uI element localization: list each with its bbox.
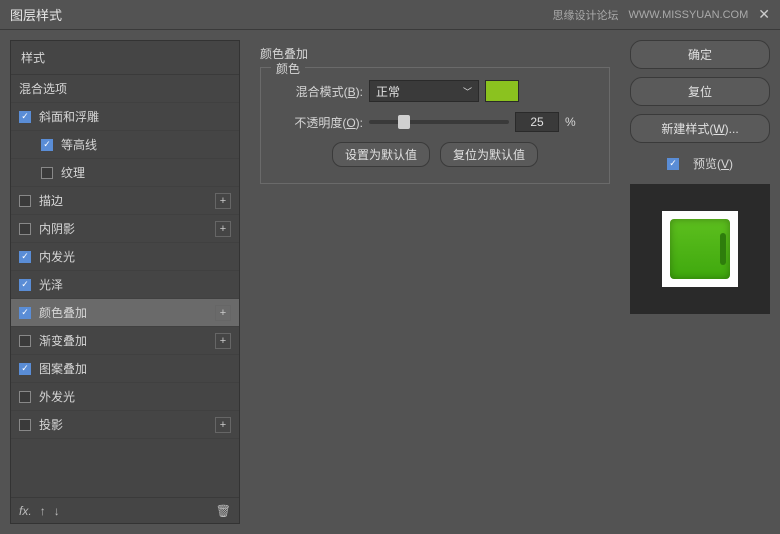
blend-mode-select[interactable]: 正常 ﹀ (369, 80, 479, 102)
style-item[interactable]: 颜色叠加+ (11, 299, 239, 327)
style-checkbox[interactable] (19, 251, 31, 263)
style-checkbox[interactable] (41, 167, 53, 179)
close-icon[interactable]: ✕ (758, 6, 770, 23)
styles-footer: fx. ↑ ↓ 🗑 (11, 497, 239, 523)
style-item-label: 斜面和浮雕 (39, 108, 231, 125)
style-item[interactable]: 内发光 (11, 243, 239, 271)
action-panel: 确定 复位 新建样式(W)... 预览(V) (630, 40, 770, 524)
style-item-label: 外发光 (39, 388, 231, 405)
brand-url: WWW.MISSYUAN.COM (628, 9, 748, 21)
style-item[interactable]: 外发光 (11, 383, 239, 411)
fx-icon[interactable]: fx. (19, 504, 32, 518)
percent-label: % (565, 115, 576, 129)
style-item-label: 等高线 (61, 136, 231, 153)
group-legend: 颜色 (271, 60, 305, 77)
opacity-label: 不透明度(O): (275, 114, 363, 131)
plus-icon[interactable]: + (215, 333, 231, 349)
set-default-button[interactable]: 设置为默认值 (332, 142, 430, 167)
style-checkbox[interactable] (19, 307, 31, 319)
style-checkbox[interactable] (19, 279, 31, 291)
blend-mode-label: 混合模式(B): (275, 83, 363, 100)
section-title: 颜色叠加 (260, 45, 610, 62)
arrow-up-icon[interactable]: ↑ (40, 504, 46, 518)
style-checkbox[interactable] (19, 419, 31, 431)
blend-mode-value: 正常 (376, 83, 400, 100)
style-checkbox[interactable] (19, 363, 31, 375)
style-item-label: 渐变叠加 (39, 332, 215, 349)
settings-panel: 颜色叠加 颜色 混合模式(B): 正常 ﹀ 不透明度(O): (250, 40, 620, 524)
slider-thumb[interactable] (398, 115, 410, 129)
style-item-label: 纹理 (61, 164, 231, 181)
color-swatch[interactable] (485, 80, 519, 102)
chevron-down-icon: ﹀ (463, 85, 472, 98)
style-item[interactable]: 光泽 (11, 271, 239, 299)
ok-button[interactable]: 确定 (630, 40, 770, 69)
opacity-row: 不透明度(O): % (275, 112, 595, 132)
plus-icon[interactable]: + (215, 417, 231, 433)
preview-label: 预览(V) (693, 155, 733, 172)
plus-icon[interactable]: + (215, 305, 231, 321)
styles-list: 混合选项 斜面和浮雕等高线纹理描边+内阴影+内发光光泽颜色叠加+渐变叠加+图案叠… (11, 75, 239, 497)
plus-icon[interactable]: + (215, 221, 231, 237)
titlebar: 图层样式 思缘设计论坛 WWW.MISSYUAN.COM ✕ (0, 0, 780, 30)
style-item[interactable]: 斜面和浮雕 (11, 103, 239, 131)
default-buttons: 设置为默认值 复位为默认值 (275, 142, 595, 167)
styles-header: 样式 (11, 41, 239, 75)
blend-options-item[interactable]: 混合选项 (11, 75, 239, 103)
blend-mode-row: 混合模式(B): 正常 ﹀ (275, 80, 595, 102)
style-checkbox[interactable] (19, 391, 31, 403)
dialog-body: 样式 混合选项 斜面和浮雕等高线纹理描边+内阴影+内发光光泽颜色叠加+渐变叠加+… (0, 30, 780, 534)
reset-default-button[interactable]: 复位为默认值 (440, 142, 538, 167)
style-item-label: 内阴影 (39, 220, 215, 237)
opacity-input[interactable] (515, 112, 559, 132)
style-item[interactable]: 渐变叠加+ (11, 327, 239, 355)
style-checkbox[interactable] (19, 335, 31, 347)
styles-panel: 样式 混合选项 斜面和浮雕等高线纹理描边+内阴影+内发光光泽颜色叠加+渐变叠加+… (10, 40, 240, 524)
new-style-button[interactable]: 新建样式(W)... (630, 114, 770, 143)
preview-box (630, 184, 770, 314)
style-item[interactable]: 图案叠加 (11, 355, 239, 383)
preview-inner (662, 211, 738, 287)
style-item-label: 投影 (39, 416, 215, 433)
style-checkbox[interactable] (19, 223, 31, 235)
arrow-down-icon[interactable]: ↓ (54, 504, 60, 518)
style-item-label: 描边 (39, 192, 215, 209)
style-item-label: 颜色叠加 (39, 304, 215, 321)
style-item-label: 内发光 (39, 248, 231, 265)
style-checkbox[interactable] (19, 111, 31, 123)
style-checkbox[interactable] (41, 139, 53, 151)
brand-text: 思缘设计论坛 (552, 7, 618, 23)
style-item-label: 光泽 (39, 276, 231, 293)
style-item[interactable]: 内阴影+ (11, 215, 239, 243)
preview-toggle[interactable]: 预览(V) (630, 155, 770, 172)
preview-glyph (670, 219, 730, 279)
preview-checkbox[interactable] (667, 158, 679, 170)
style-checkbox[interactable] (19, 195, 31, 207)
trash-icon[interactable]: 🗑 (216, 504, 231, 518)
style-item-label: 图案叠加 (39, 360, 231, 377)
layer-style-dialog: 图层样式 思缘设计论坛 WWW.MISSYUAN.COM ✕ 样式 混合选项 斜… (0, 0, 780, 534)
color-group: 颜色 混合模式(B): 正常 ﹀ 不透明度(O): % (260, 67, 610, 184)
style-item[interactable]: 描边+ (11, 187, 239, 215)
plus-icon[interactable]: + (215, 193, 231, 209)
blend-options-label: 混合选项 (19, 80, 231, 97)
reset-button[interactable]: 复位 (630, 77, 770, 106)
dialog-title: 图层样式 (10, 5, 62, 24)
style-item[interactable]: 纹理 (11, 159, 239, 187)
style-item[interactable]: 等高线 (11, 131, 239, 159)
titlebar-right: 思缘设计论坛 WWW.MISSYUAN.COM ✕ (552, 6, 770, 23)
opacity-slider[interactable] (369, 120, 509, 124)
style-item[interactable]: 投影+ (11, 411, 239, 439)
